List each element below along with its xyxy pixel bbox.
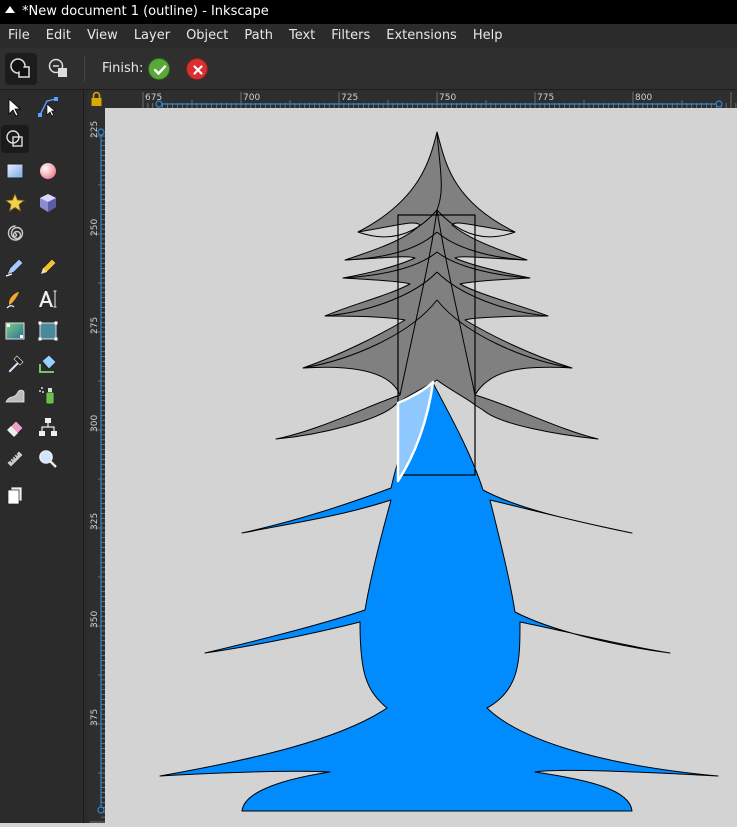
eraser-icon (6, 420, 24, 438)
paint-bucket-icon (39, 354, 57, 373)
gradient-icon (5, 322, 25, 340)
shape-builder-icon (6, 130, 23, 147)
drawing-canvas[interactable] (105, 108, 737, 823)
union-mode-icon (10, 58, 30, 78)
menu-path[interactable]: Path (236, 24, 281, 48)
horizontal-ruler[interactable]: 675 700 725 750 775 800 (105, 90, 737, 108)
menu-help[interactable]: Help (465, 24, 511, 48)
zoom-icon (39, 450, 57, 468)
eraser-tool[interactable] (1, 413, 29, 441)
ruler-label: 750 (439, 93, 456, 103)
connector-tool[interactable] (34, 413, 62, 441)
shape-builder-subtract-mode-button[interactable] (43, 53, 75, 85)
ruler-label: 775 (537, 93, 554, 103)
check-icon (153, 65, 167, 76)
subtract-mode-icon (48, 58, 67, 77)
pages-tool[interactable] (1, 481, 29, 509)
ellipse-icon (40, 163, 56, 179)
vertical-ruler[interactable]: 225 250 275 300 325 350 375 (88, 108, 105, 823)
pages-icon (7, 486, 23, 505)
menu-layer[interactable]: Layer (126, 24, 178, 48)
title-bar: *New document 1 (outline) - Inkscape (0, 0, 737, 24)
measure-icon (6, 450, 24, 468)
calligraphy-icon (6, 290, 21, 309)
calligraphy-tool[interactable] (1, 285, 29, 313)
node-editor-icon (38, 97, 58, 117)
spray-tool[interactable] (34, 381, 62, 409)
star-icon (4, 192, 26, 212)
ruler-label: 250 (90, 219, 100, 236)
menu-bar: File Edit View Layer Object Path Text Fi… (0, 24, 737, 48)
tweak-tool[interactable] (1, 381, 29, 409)
tweak-icon (5, 389, 25, 403)
tool-controls-bar: Finish: (0, 48, 737, 90)
3d-box-tool[interactable] (34, 189, 62, 217)
zoom-tool[interactable] (34, 445, 62, 473)
pencil-tool[interactable] (34, 253, 62, 281)
ruler-label: 275 (90, 317, 100, 334)
rectangle-icon (6, 163, 24, 179)
menu-edit[interactable]: Edit (38, 24, 79, 48)
close-icon (193, 65, 203, 75)
rectangle-tool[interactable] (1, 157, 29, 185)
pencil-icon (40, 258, 57, 275)
menu-view[interactable]: View (79, 24, 126, 48)
menu-extensions[interactable]: Extensions (378, 24, 465, 48)
menu-file[interactable]: File (0, 24, 38, 48)
ruler-label: 350 (90, 611, 100, 628)
lock-icon[interactable] (88, 90, 105, 108)
star-tool[interactable] (1, 189, 29, 217)
toolbox (0, 90, 84, 823)
ruler-label: 700 (243, 93, 260, 103)
mesh-tool[interactable] (34, 317, 62, 345)
ruler-label: 375 (90, 709, 100, 726)
connector-icon (39, 418, 57, 436)
dropper-icon (7, 355, 24, 374)
pen-tool[interactable] (1, 253, 29, 281)
blue-tree-body[interactable] (159, 382, 719, 812)
window-title: *New document 1 (outline) - Inkscape (22, 4, 269, 19)
text-icon (39, 290, 57, 308)
dropper-tool[interactable] (1, 349, 29, 377)
gradient-tool[interactable] (1, 317, 29, 345)
toolbar-separator (84, 56, 85, 82)
node-tool[interactable] (34, 93, 62, 121)
pen-icon (5, 258, 24, 277)
drawing[interactable] (105, 108, 737, 823)
ruler-label: 725 (341, 93, 358, 103)
ruler-corner (88, 90, 105, 108)
menu-object[interactable]: Object (178, 24, 236, 48)
spray-icon (39, 387, 55, 405)
selector-icon (8, 98, 22, 117)
inkscape-logo-icon (5, 6, 15, 13)
confirm-button[interactable] (148, 58, 170, 80)
ruler-label: 225 (90, 121, 100, 138)
shape-builder-tool[interactable] (1, 125, 29, 153)
ruler-label: 325 (90, 513, 100, 530)
spiral-icon (7, 225, 24, 241)
cancel-button[interactable] (186, 58, 208, 80)
shape-builder-add-mode-button[interactable] (5, 53, 37, 85)
menu-text[interactable]: Text (281, 24, 323, 48)
ellipse-tool[interactable] (34, 157, 62, 185)
3d-box-icon (40, 194, 56, 212)
menu-filters[interactable]: Filters (323, 24, 378, 48)
ruler-label: 800 (635, 93, 652, 103)
spiral-tool[interactable] (1, 221, 29, 249)
mesh-icon (38, 321, 58, 341)
measure-tool[interactable] (1, 445, 29, 473)
paint-bucket-tool[interactable] (34, 349, 62, 377)
selector-tool[interactable] (1, 93, 29, 121)
text-tool[interactable] (34, 285, 62, 313)
finish-label: Finish: (102, 61, 144, 76)
ruler-label: 300 (90, 415, 100, 432)
